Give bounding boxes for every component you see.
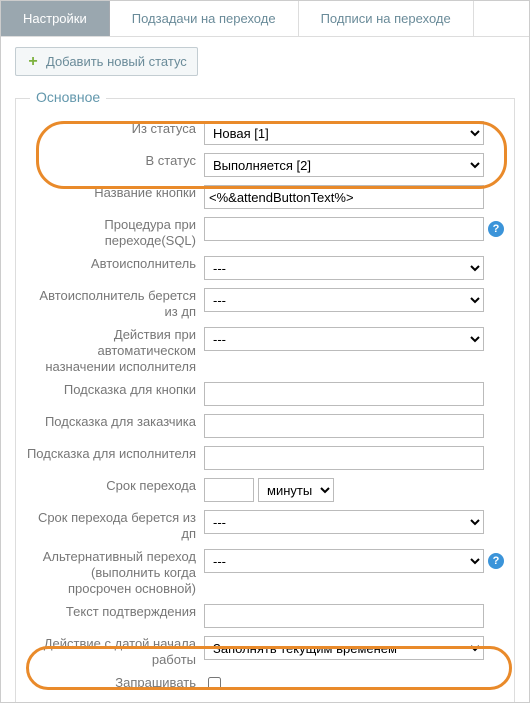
to-status-select[interactable]: Выполняется [2] <box>204 153 484 177</box>
label-auto-exec: Автоисполнитель <box>26 256 204 272</box>
label-alt-transition: Альтернативный переход (выполнить когда … <box>26 549 204 596</box>
tab-bar: Настройки Подзадачи на переходе Подписи … <box>1 1 529 37</box>
plus-icon: + <box>26 55 40 69</box>
fieldset-legend: Основное <box>30 89 106 105</box>
confirm-text-input[interactable] <box>204 604 484 628</box>
label-from-status: Из статуса <box>26 121 204 137</box>
label-exec-hint: Подсказка для исполнителя <box>26 446 204 462</box>
sql-proc-input[interactable] <box>204 217 484 241</box>
main-fieldset: Основное Из статуса Новая [1] В статус В… <box>15 98 515 703</box>
auto-exec-dp-select[interactable]: --- <box>204 288 484 312</box>
button-name-input[interactable] <box>204 185 484 209</box>
label-confirm-text: Текст подтверждения <box>26 604 204 620</box>
alt-transition-select[interactable]: --- <box>204 549 484 573</box>
ask-confirm-checkbox[interactable] <box>208 677 221 690</box>
add-status-button[interactable]: + Добавить новый статус <box>15 47 198 76</box>
tab-settings[interactable]: Настройки <box>1 1 110 36</box>
tab-subtasks[interactable]: Подзадачи на переходе <box>110 1 299 36</box>
help-icon[interactable]: ? <box>488 221 504 237</box>
help-icon[interactable]: ? <box>488 553 504 569</box>
tab-signatures[interactable]: Подписи на переходе <box>299 1 474 36</box>
label-to-status: В статус <box>26 153 204 169</box>
label-customer-hint: Подсказка для заказчика <box>26 414 204 430</box>
start-date-action-select[interactable]: Заполнять текущим временем <box>204 636 484 660</box>
label-start-date-action: Действие с датой начала работы <box>26 636 204 667</box>
auto-assign-actions-select[interactable]: --- <box>204 327 484 351</box>
label-btn-hint: Подсказка для кнопки <box>26 382 204 398</box>
transition-time-input[interactable] <box>204 478 254 502</box>
add-status-label: Добавить новый статус <box>46 54 187 69</box>
label-sql-proc: Процедура при переходе(SQL) <box>26 217 204 248</box>
transition-time-unit-select[interactable]: минуты <box>258 478 334 502</box>
label-transition-time: Срок перехода <box>26 478 204 494</box>
auto-exec-select[interactable]: --- <box>204 256 484 280</box>
label-ask-confirm: Запрашивать <box>26 675 204 691</box>
label-auto-assign-actions: Действия при автоматическом назначении и… <box>26 327 204 374</box>
exec-hint-input[interactable] <box>204 446 484 470</box>
customer-hint-input[interactable] <box>204 414 484 438</box>
label-button-name: Название кнопки <box>26 185 204 201</box>
transition-time-dp-select[interactable]: --- <box>204 510 484 534</box>
label-auto-exec-dp: Автоисполнитель берется из дп <box>26 288 204 319</box>
from-status-select[interactable]: Новая [1] <box>204 121 484 145</box>
btn-hint-input[interactable] <box>204 382 484 406</box>
label-transition-time-dp: Срок перехода берется из дп <box>26 510 204 541</box>
